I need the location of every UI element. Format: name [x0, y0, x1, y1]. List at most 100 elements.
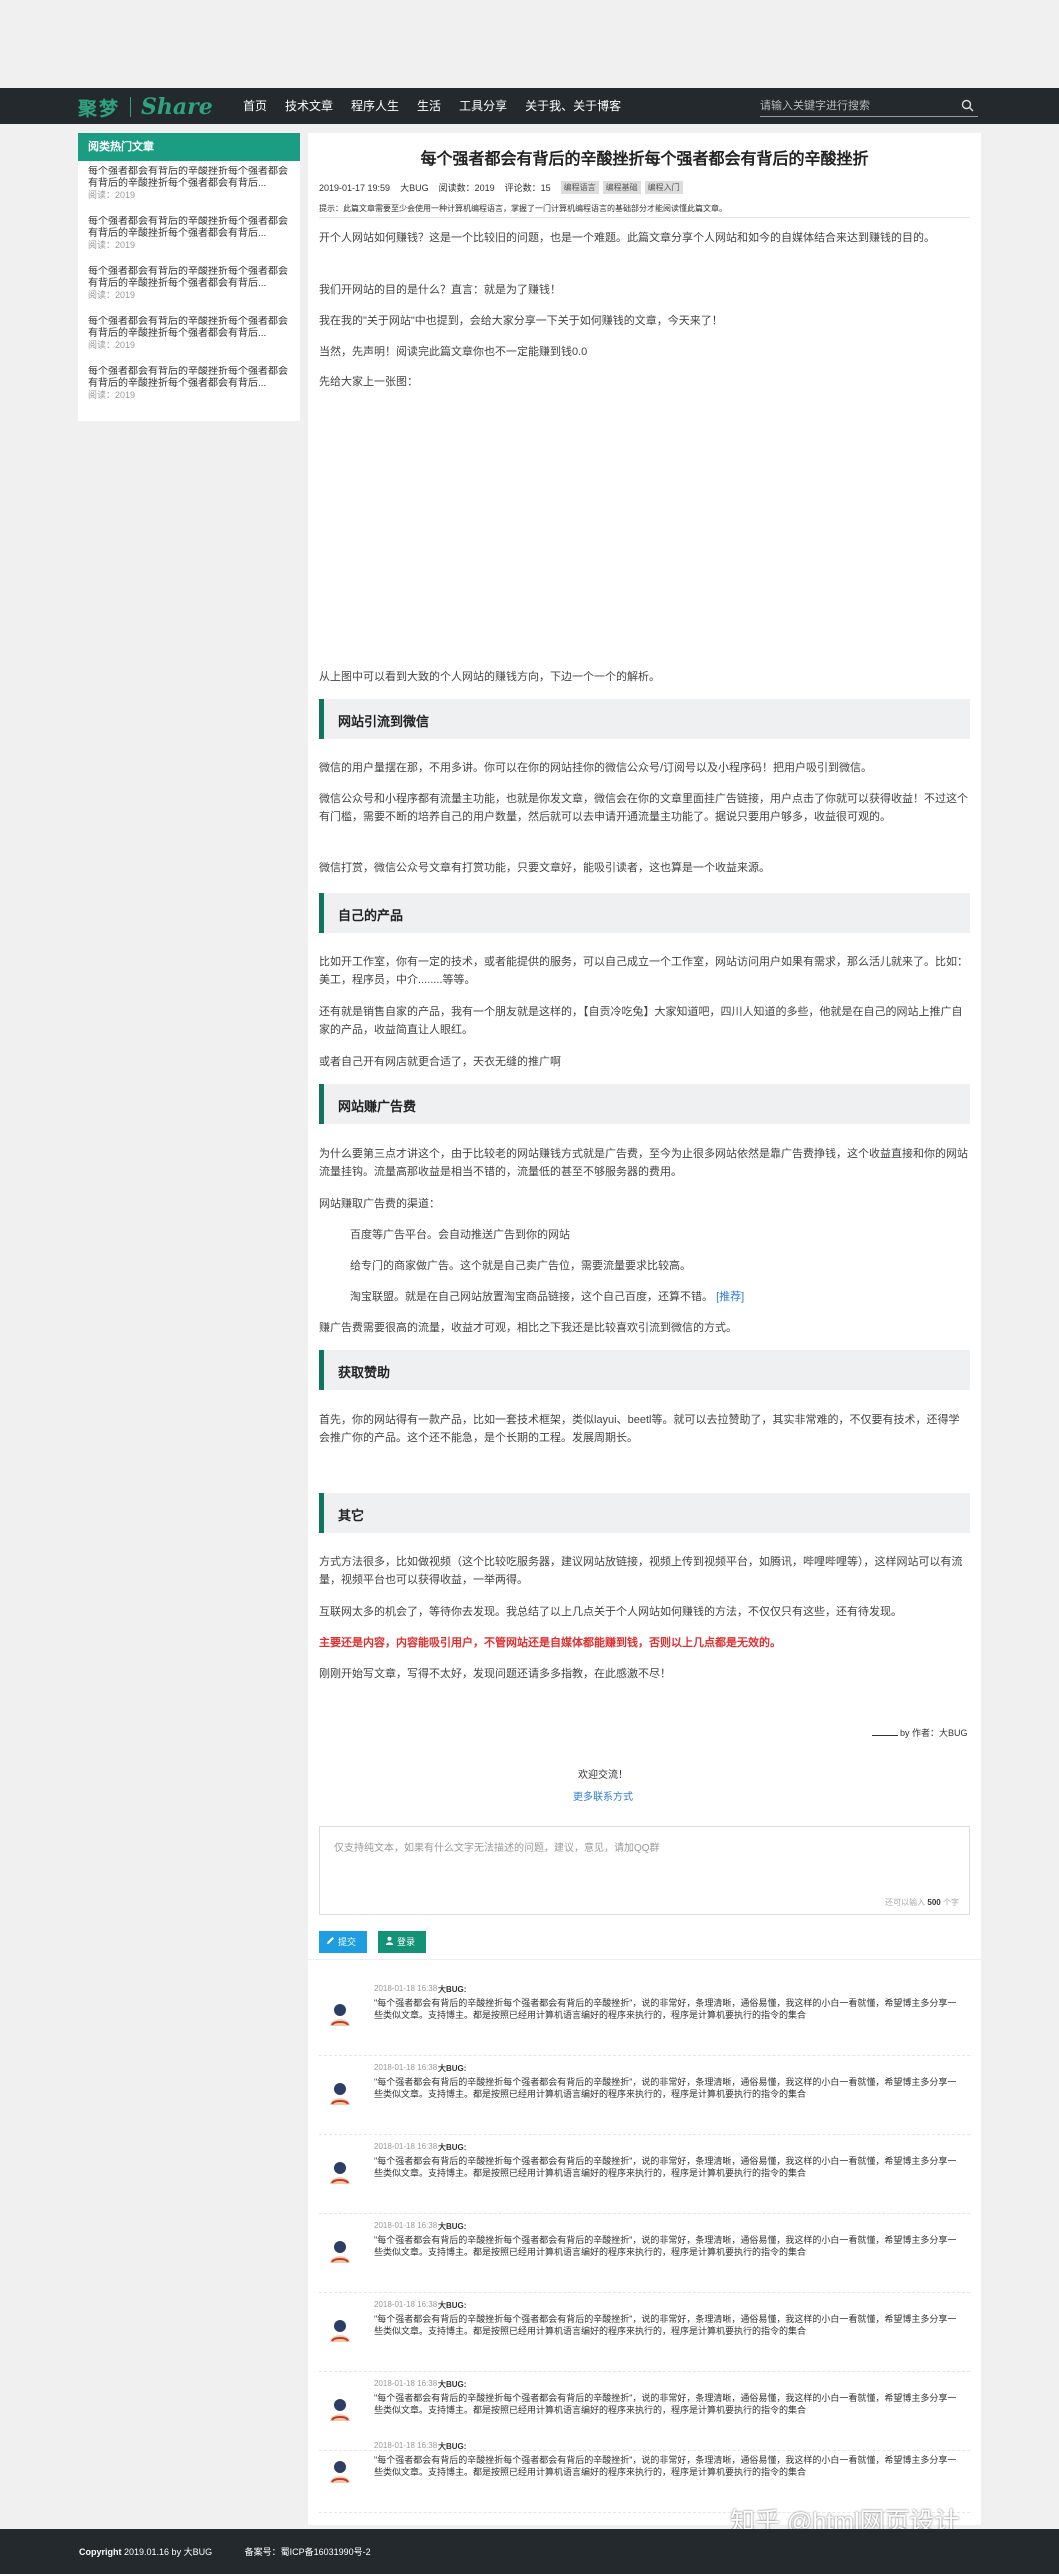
- section-heading: 网站引流到微信: [319, 699, 970, 739]
- nav-home[interactable]: 首页: [234, 88, 276, 124]
- article-paragraph: 我在我的"关于网站"中也提到，会给大家分享一下关于如何赚钱的文章，今天来了！: [319, 315, 723, 327]
- login-button[interactable]: 登录: [378, 1931, 426, 1953]
- section-heading-text: 其它: [338, 1508, 365, 1523]
- comment-user: 大BUG:: [438, 2301, 467, 2310]
- article-author: 大BUG: [400, 183, 429, 193]
- divider: [308, 1959, 981, 1960]
- icp-link[interactable]: 备案号：蜀ICP备16031990号-2: [245, 2547, 371, 2557]
- hot-article-item[interactable]: 每个强者都会有背后的辛酸挫折每个强者都会有背后的辛酸挫折每个强者都会有背后...…: [88, 216, 300, 265]
- hot-article-item[interactable]: 每个强者都会有背后的辛酸挫折每个强者都会有背后的辛酸挫折每个强者都会有背后...…: [88, 166, 300, 215]
- article-paragraph: 网站赚取广告费的渠道：: [319, 1198, 440, 1210]
- tag-badge[interactable]: 编程基础: [602, 181, 641, 194]
- sidebar-title: 阅类热门文章: [78, 133, 300, 161]
- avatar[interactable]: [326, 2079, 354, 2107]
- avatar[interactable]: [326, 2000, 354, 2028]
- nav-life[interactable]: 生活: [408, 88, 450, 124]
- comment-time: 2018-01-18 16:38: [374, 1984, 438, 1993]
- article-paragraph: 还有就是销售自家的产品，我有一个朋友就是这样的，【自贡冷吃兔】大家知道吧，四川人…: [319, 1006, 963, 1036]
- char-counter-value: 500: [927, 1898, 941, 1907]
- nav-life-prog[interactable]: 程序人生: [342, 88, 408, 124]
- article-reads: 阅读数：2019: [438, 183, 495, 193]
- hot-article-title[interactable]: 每个强者都会有背后的辛酸挫折每个强者都会有背后的辛酸挫折每个强者都会有背后...: [88, 216, 288, 240]
- comment-time: 2018-01-18 16:38: [374, 2221, 438, 2230]
- comment-time: 2018-01-18 16:38: [374, 2063, 438, 2072]
- list-item: 给专门的商家做广告。这个就是自己卖广告位，需要流量要求比较高。: [350, 1260, 691, 1272]
- comment-text: "每个强者都会有背后的辛酸挫折每个强者都会有背后的辛酸挫折"，说的非常好，条理清…: [374, 2077, 957, 2099]
- comment-text: "每个强者都会有背后的辛酸挫折每个强者都会有背后的辛酸挫折"，说的非常好，条理清…: [374, 2455, 957, 2477]
- article-paragraph: 互联网太多的机会了，等待你去发现。我总结了以上几点关于个人网站如何赚钱的方法，不…: [319, 1606, 902, 1618]
- article-paragraph: 首先，你的网站得有一款产品，比如一套技术框架，类似layui、beetl等。就可…: [319, 1414, 960, 1444]
- hot-article-reads: 阅读：2019: [88, 190, 136, 200]
- comment-time: 2018-01-18 16:38: [374, 2379, 438, 2388]
- search-input[interactable]: [760, 96, 950, 116]
- comment-box: 还可以输入 500 个字: [319, 1826, 970, 1915]
- section-heading: 获取赞助: [319, 1350, 970, 1390]
- article-paragraph: 微信公众号和小程序都有流量主功能，也就是你发文章，微信会在你的文章里面挂广告链接…: [319, 793, 968, 823]
- list-item: 百度等广告平台。会自动推送广告到你的网站: [350, 1229, 570, 1241]
- char-counter-suffix: 个字: [943, 1898, 959, 1907]
- article-paragraph: 从上图中可以看到大致的个人网站的赚钱方向，下边一个一个的解析。: [319, 671, 660, 683]
- nav-about[interactable]: 关于我、关于博客: [516, 88, 630, 124]
- comment-user: 大BUG:: [438, 2064, 467, 2073]
- section-heading: 自己的产品: [319, 893, 970, 933]
- highlight-paragraph: 主要还是内容，内容能吸引用户，不管网站还是自媒体都能赚到钱，否则以上几点都是无效…: [319, 1637, 781, 1649]
- article-date: 2019-01-17 19:59: [319, 182, 391, 193]
- hot-article-item[interactable]: 每个强者都会有背后的辛酸挫折每个强者都会有背后的辛酸挫折每个强者都会有背后...…: [88, 366, 300, 415]
- comment-item: 2018-01-18 16:38 大BUG: "每个强者都会有背后的辛酸挫折每个…: [319, 1982, 970, 2056]
- comment-text: "每个强者都会有背后的辛酸挫折每个强者都会有背后的辛酸挫折"，说的非常好，条理清…: [374, 2393, 957, 2415]
- hot-article-title[interactable]: 每个强者都会有背后的辛酸挫折每个强者都会有背后的辛酸挫折每个强者都会有背后...: [88, 316, 288, 340]
- avatar[interactable]: [326, 2395, 354, 2423]
- pencil-icon: [326, 1931, 335, 1953]
- comment-textarea[interactable]: [320, 1827, 969, 1887]
- avatar[interactable]: [326, 2457, 354, 2485]
- comment-time: 2018-01-18 16:38: [374, 2300, 438, 2309]
- hot-article-reads: 阅读：2019: [88, 240, 136, 250]
- comment-text: "每个强者都会有背后的辛酸挫折每个强者都会有背后的辛酸挫折"，说的非常好，条理清…: [374, 2235, 957, 2257]
- article-paragraph: 比如开工作室，你有一定的技术，或者能提供的服务，可以自己成立一个工作室，网站访问…: [319, 956, 968, 986]
- hot-article-reads: 阅读：2019: [88, 340, 136, 350]
- nav-tech[interactable]: 技术文章: [276, 88, 342, 124]
- article-paragraph: 方式方法很多，比如做视频（这个比较吃服务器，建议网站放链接，视频上传到视频平台，…: [319, 1556, 963, 1586]
- comment-user: 大BUG:: [438, 2222, 467, 2231]
- section-heading-text: 网站引流到微信: [338, 714, 430, 729]
- hot-article-title[interactable]: 每个强者都会有背后的辛酸挫折每个强者都会有背后的辛酸挫折每个强者都会有背后...: [88, 366, 288, 390]
- more-contact-link[interactable]: 更多联系方式: [308, 1788, 898, 1803]
- tag-badge[interactable]: 编程语言: [560, 181, 599, 194]
- hot-article-title[interactable]: 每个强者都会有背后的辛酸挫折每个强者都会有背后的辛酸挫折每个强者都会有背后...: [88, 166, 288, 190]
- article-tip: 提示：此篇文章需要至少会使用一种计算机编程语言，掌握了一门计算机编程语言的基础部…: [319, 204, 727, 213]
- article-paragraph: 为什么要第三点才讲这个，由于比较老的网站赚钱方式就是广告费，至今为止很多网站依然…: [319, 1148, 968, 1178]
- tag-badge[interactable]: 编程入门: [644, 181, 683, 194]
- comment-user: 大BUG:: [438, 2143, 467, 2152]
- article-paragraph: 赚广告费需要很高的流量，收益才可观，相比之下我还是比较喜欢引流到微信的方式。: [319, 1322, 737, 1334]
- section-heading-text: 网站赚广告费: [338, 1099, 417, 1114]
- nav-tools[interactable]: 工具分享: [450, 88, 516, 124]
- avatar[interactable]: [326, 2158, 354, 2186]
- comment-time: 2018-01-18 16:38: [374, 2441, 438, 2450]
- login-label: 登录: [397, 1937, 416, 1947]
- comment-user: 大BUG:: [438, 2442, 467, 2451]
- section-heading-text: 自己的产品: [338, 908, 404, 923]
- avatar[interactable]: [326, 2316, 354, 2344]
- comment-user: 大BUG:: [438, 2380, 467, 2389]
- publish-button[interactable]: 提交: [319, 1931, 367, 1953]
- article-paragraph: 或者自己开有网店就更合适了，天衣无缝的推广啊: [319, 1056, 561, 1068]
- site-logo[interactable]: 聚梦 Share: [78, 94, 213, 120]
- hot-article-item[interactable]: 每个强者都会有背后的辛酸挫折每个强者都会有背后的辛酸挫折每个强者都会有背后...…: [88, 316, 300, 365]
- article-paragraph: 刚刚开始写文章，写得不太好，发现问题还请多多指教，在此感激不尽！: [319, 1668, 671, 1680]
- hot-articles-sidebar: 阅类热门文章 每个强者都会有背后的辛酸挫折每个强者都会有背后的辛酸挫折每个强者都…: [78, 133, 300, 421]
- comment-text: "每个强者都会有背后的辛酸挫折每个强者都会有背后的辛酸挫折"，说的非常好，条理清…: [374, 1998, 957, 2020]
- top-navbar: 聚梦 Share 首页 技术文章 程序人生 生活 工具分享 关于我、关于博客: [0, 88, 1059, 124]
- article-paragraph: 微信的用户量摆在那，不用多讲。你可以在你的网站挂你的微信公众号/订阅号以及小程序…: [319, 762, 873, 774]
- welcome-text: 欢迎交流！: [578, 1770, 628, 1781]
- hot-article-reads: 阅读：2019: [88, 290, 136, 300]
- article-paragraph: 先给大家上一张图：: [319, 376, 418, 388]
- search-icon[interactable]: [961, 99, 974, 117]
- recommend-link[interactable]: [推荐]: [716, 1291, 744, 1303]
- avatar[interactable]: [326, 2237, 354, 2265]
- comment-user: 大BUG:: [438, 1985, 467, 1994]
- hot-article-title[interactable]: 每个强者都会有背后的辛酸挫折每个强者都会有背后的辛酸挫折每个强者都会有背后...: [88, 266, 288, 290]
- hot-articles-list: 每个强者都会有背后的辛酸挫折每个强者都会有背后的辛酸挫折每个强者都会有背后...…: [78, 161, 300, 415]
- section-heading: 网站赚广告费: [319, 1084, 970, 1124]
- hot-article-item[interactable]: 每个强者都会有背后的辛酸挫折每个强者都会有背后的辛酸挫折每个强者都会有背后...…: [88, 266, 300, 315]
- author-signature: by 作者：大BUG: [872, 1726, 968, 1739]
